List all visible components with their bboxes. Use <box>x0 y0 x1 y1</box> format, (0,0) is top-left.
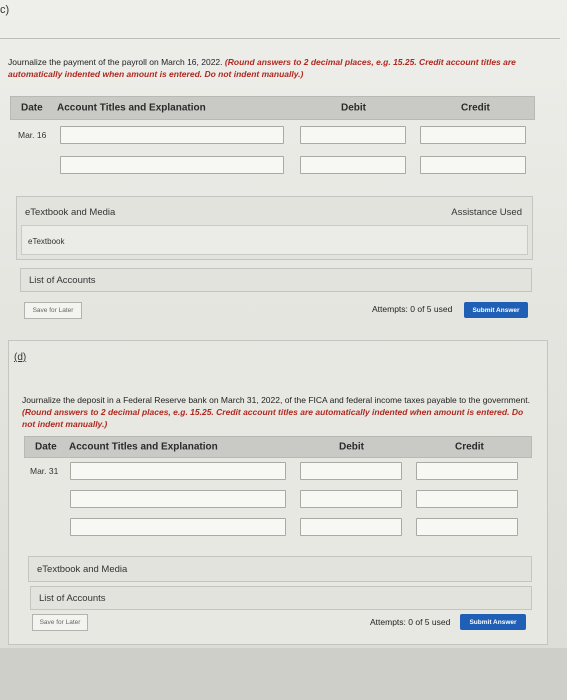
etextbook-subpanel: eTextbook <box>21 225 528 255</box>
credit-input[interactable] <box>416 490 518 508</box>
assignment-page: c) Journalize the payment of the payroll… <box>0 0 567 700</box>
section-c-table-header: Date Account Titles and Explanation Debi… <box>10 96 535 120</box>
list-of-accounts-link[interactable]: List of Accounts <box>39 593 106 604</box>
etextbook-media-toggle[interactable]: eTextbook and Media <box>25 207 115 218</box>
credit-input[interactable] <box>416 462 518 480</box>
debit-input[interactable] <box>300 156 406 174</box>
list-of-accounts-link[interactable]: List of Accounts <box>29 275 96 286</box>
header-date: Date <box>35 441 57 453</box>
header-debit: Debit <box>339 441 364 453</box>
account-title-input[interactable] <box>60 126 284 144</box>
submit-answer-button[interactable]: Submit Answer <box>464 302 528 318</box>
save-for-later-button[interactable]: Save for Later <box>32 614 88 631</box>
debit-input[interactable] <box>300 462 402 480</box>
section-divider <box>0 38 560 39</box>
etextbook-media-panel: eTextbook and Media Assistance Used eTex… <box>16 196 533 260</box>
etextbook-media-panel[interactable]: eTextbook and Media <box>28 556 532 582</box>
attempts-counter: Attempts: 0 of 5 used <box>372 304 453 314</box>
account-title-input[interactable] <box>70 490 286 508</box>
section-d-label: (d) <box>14 352 27 363</box>
list-of-accounts-panel[interactable]: List of Accounts <box>20 268 532 292</box>
section-d-instructions: Journalize the deposit in a Federal Rese… <box>22 394 532 430</box>
account-title-input[interactable] <box>70 518 286 536</box>
header-date: Date <box>21 102 43 114</box>
debit-input[interactable] <box>300 518 402 536</box>
section-c-label: c) <box>0 4 10 16</box>
row-date-label: Mar. 31 <box>30 466 59 476</box>
section-d-instruction-text: Journalize the deposit in a Federal Rese… <box>22 395 530 405</box>
account-title-input[interactable] <box>60 156 284 174</box>
etextbook-media-toggle[interactable]: eTextbook and Media <box>37 564 127 575</box>
section-c-instruction-text: Journalize the payment of the payroll on… <box>8 57 223 67</box>
credit-input[interactable] <box>420 126 526 144</box>
row-date-label: Mar. 16 <box>18 130 47 140</box>
bottom-background <box>0 648 567 700</box>
header-debit: Debit <box>341 102 366 114</box>
attempts-counter: Attempts: 0 of 5 used <box>370 617 451 627</box>
header-account-titles: Account Titles and Explanation <box>57 102 206 114</box>
assistance-used-label: Assistance Used <box>451 207 522 218</box>
submit-answer-button[interactable]: Submit Answer <box>460 614 526 630</box>
list-of-accounts-panel[interactable]: List of Accounts <box>30 586 532 610</box>
debit-input[interactable] <box>300 490 402 508</box>
header-credit: Credit <box>461 102 490 114</box>
debit-input[interactable] <box>300 126 406 144</box>
section-d-instruction-note: (Round answers to 2 decimal places, e.g.… <box>22 407 524 429</box>
save-for-later-button[interactable]: Save for Later <box>24 302 82 319</box>
credit-input[interactable] <box>420 156 526 174</box>
section-c-instructions: Journalize the payment of the payroll on… <box>8 56 548 80</box>
section-d-table-header: Date Account Titles and Explanation Debi… <box>24 436 532 458</box>
header-credit: Credit <box>455 441 484 453</box>
account-title-input[interactable] <box>70 462 286 480</box>
etextbook-link[interactable]: eTextbook <box>28 237 64 246</box>
credit-input[interactable] <box>416 518 518 536</box>
header-account-titles: Account Titles and Explanation <box>69 441 218 453</box>
